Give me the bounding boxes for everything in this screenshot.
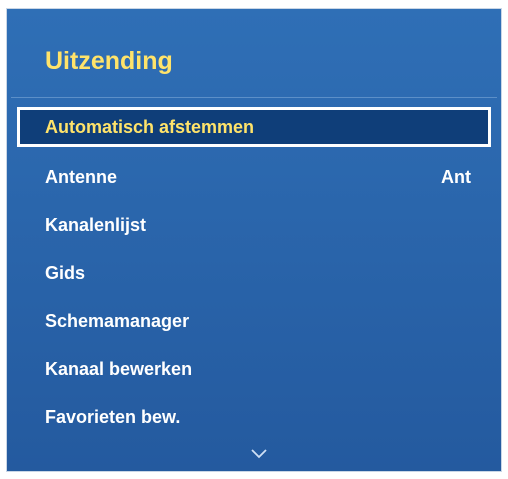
broadcast-menu-panel: Uitzending Automatisch afstemmen Antenne…: [6, 8, 502, 472]
menu-item-value: Ant: [441, 167, 471, 187]
menu-item-channel-list[interactable]: Kanalenlijst: [17, 205, 491, 245]
menu-item-antenna[interactable]: Antenne Ant: [17, 157, 491, 197]
menu-item-label: Antenne: [45, 167, 117, 187]
menu-item-edit-favorites[interactable]: Favorieten bew.: [17, 397, 491, 437]
menu-item-label: Favorieten bew.: [45, 407, 181, 427]
menu-title: Uitzending: [45, 47, 173, 75]
chevron-down-icon[interactable]: [251, 449, 267, 459]
menu-item-label: Automatisch afstemmen: [45, 117, 255, 137]
menu-item-auto-tuning[interactable]: Automatisch afstemmen: [17, 107, 491, 147]
title-divider: [11, 97, 497, 98]
menu-item-schedule-manager[interactable]: Schemamanager: [17, 301, 491, 341]
menu-item-edit-channel[interactable]: Kanaal bewerken: [17, 349, 491, 389]
menu-item-label: Kanaal bewerken: [45, 359, 193, 379]
menu-item-label: Gids: [45, 263, 86, 283]
menu-item-label: Kanalenlijst: [45, 215, 147, 235]
menu-item-label: Schemamanager: [45, 311, 190, 331]
menu-item-guide[interactable]: Gids: [17, 253, 491, 293]
